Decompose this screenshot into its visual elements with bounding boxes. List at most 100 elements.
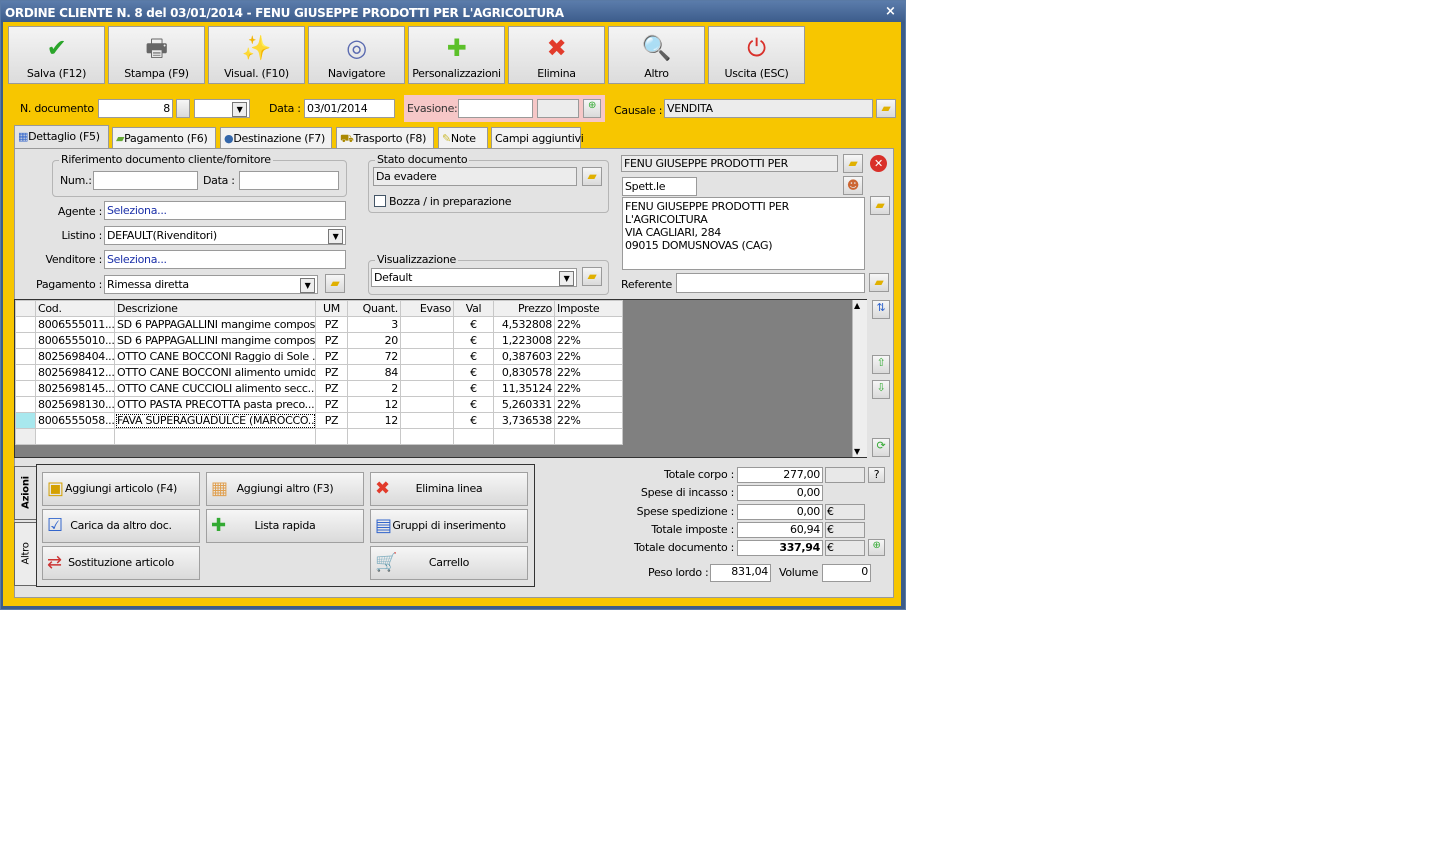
row-indicator[interactable] xyxy=(15,316,36,333)
tab-altro[interactable]: Altro xyxy=(14,522,36,586)
spedizione-value[interactable]: 0,00 xyxy=(737,504,823,520)
tab-destinazione[interactable]: ●Destinazione (F7) xyxy=(220,127,332,149)
toolbar-button-uscita[interactable]: ⏻ Uscita (ESC) xyxy=(708,26,805,84)
tab-azioni[interactable]: Azioni xyxy=(14,466,36,520)
table-row[interactable]: 8006555011... SD 6 PAPPAGALLINI mangime c… xyxy=(15,316,623,333)
zoom-icon[interactable]: ⊕ xyxy=(583,99,601,118)
column-header[interactable]: UM xyxy=(315,300,348,317)
scroll-up-icon[interactable]: ▲ xyxy=(854,301,860,310)
table-cell[interactable]: 72 xyxy=(347,348,401,365)
table-cell[interactable]: 8025698130... xyxy=(35,396,115,413)
table-cell[interactable]: 2 xyxy=(347,380,401,397)
table-cell[interactable] xyxy=(400,332,454,349)
row-indicator[interactable] xyxy=(15,412,36,429)
table-cell[interactable]: OTTO PASTA PRECOTTA pasta preco... xyxy=(114,396,316,413)
zoom-icon[interactable]: ⊕ xyxy=(868,539,885,556)
table-row[interactable]: 8025698404... OTTO CANE BOCCONI Raggio di… xyxy=(15,348,623,365)
empty-row[interactable] xyxy=(15,428,623,445)
chevron-down-icon[interactable]: ▼ xyxy=(559,271,574,286)
folder-icon[interactable]: ▰ xyxy=(869,273,889,292)
table-cell[interactable]: 84 xyxy=(347,364,401,381)
table-cell[interactable]: 8025698412... xyxy=(35,364,115,381)
rif-data-input[interactable] xyxy=(239,171,339,190)
table-cell[interactable]: 8006555010... xyxy=(35,332,115,349)
table-cell[interactable]: 5,260331 xyxy=(493,396,555,413)
ndoc-input[interactable]: 8 xyxy=(98,99,173,118)
table-cell[interactable] xyxy=(400,316,454,333)
table-cell[interactable]: € xyxy=(453,364,494,381)
tab-pagamento[interactable]: ▰Pagamento (F6) xyxy=(112,127,216,149)
folder-icon[interactable]: ▰ xyxy=(843,154,863,173)
toolbar-button-salva[interactable]: ✔ Salva (F12) xyxy=(8,26,105,84)
column-header[interactable]: Cod. xyxy=(35,300,115,317)
table-cell[interactable]: OTTO CANE BOCCONI alimento umido... xyxy=(114,364,316,381)
table-cell[interactable] xyxy=(400,412,454,429)
incasso-value[interactable]: 0,00 xyxy=(737,485,823,501)
action-carica-da-altro-doc-[interactable]: ☑ Carica da altro doc. xyxy=(42,509,200,543)
table-row[interactable]: 8025698412... OTTO CANE BOCCONI alimento … xyxy=(15,364,623,381)
table-cell[interactable]: FAVA SUPERAGUADULCE (MAROCCO... xyxy=(114,412,316,429)
table-cell[interactable]: 0,830578 xyxy=(493,364,555,381)
table-cell[interactable]: OTTO CANE BOCCONI Raggio di Sole ... xyxy=(114,348,316,365)
table-cell[interactable]: 22% xyxy=(554,412,623,429)
table-cell[interactable]: 12 xyxy=(347,412,401,429)
address-box[interactable]: FENU GIUSEPPE PRODOTTI PER L'AGRICOLTURA… xyxy=(622,197,865,270)
toolbar-button-visual[interactable]: ✨ Visual. (F10) xyxy=(208,26,305,84)
table-cell[interactable]: 1,223008 xyxy=(493,332,555,349)
table-cell[interactable]: 22% xyxy=(554,332,623,349)
action-sostituzione-articolo[interactable]: ⇄ Sostituzione articolo xyxy=(42,546,200,580)
folder-icon[interactable]: ▰ xyxy=(582,267,602,286)
column-header[interactable]: Imposte xyxy=(554,300,623,317)
listino-select[interactable]: DEFAULT(Rivenditori) ▼ xyxy=(104,226,346,245)
table-cell[interactable]: 3 xyxy=(347,316,401,333)
agente-input[interactable]: Seleziona... xyxy=(104,201,346,220)
table-cell[interactable] xyxy=(400,396,454,413)
table-row[interactable]: 8006555058... FAVA SUPERAGUADULCE (MAROCC… xyxy=(15,412,623,429)
toolbar-button-personalizzazioni[interactable]: ✚ Personalizzazioni xyxy=(408,26,505,84)
move-down-icon[interactable]: ⇩ xyxy=(872,380,890,399)
table-cell[interactable]: 12 xyxy=(347,396,401,413)
scroll-down-icon[interactable]: ▼ xyxy=(854,447,860,456)
column-header[interactable]: Descrizione xyxy=(114,300,316,317)
table-cell[interactable]: PZ xyxy=(315,364,348,381)
help-button[interactable]: ? xyxy=(868,467,885,483)
table-cell[interactable]: SD 6 PAPPAGALLINI mangime compos... xyxy=(114,316,316,333)
table-cell[interactable]: PZ xyxy=(315,412,348,429)
column-header[interactable]: Val xyxy=(453,300,494,317)
table-cell[interactable] xyxy=(400,348,454,365)
tab-note[interactable]: ✎Note xyxy=(438,127,488,149)
ndoc-button[interactable] xyxy=(176,99,190,118)
refresh-icon[interactable]: ⟳ xyxy=(872,438,890,457)
venditore-input[interactable]: Seleziona... xyxy=(104,250,346,269)
table-cell[interactable]: € xyxy=(453,380,494,397)
evasione-input[interactable] xyxy=(458,99,533,118)
folder-icon[interactable]: ▰ xyxy=(582,167,602,186)
table-cell[interactable]: 8025698404... xyxy=(35,348,115,365)
table-cell[interactable]: 3,736538 xyxy=(493,412,555,429)
action-carrello[interactable]: 🛒 Carrello xyxy=(370,546,528,580)
table-cell[interactable]: 22% xyxy=(554,316,623,333)
table-cell[interactable]: 11,35124 xyxy=(493,380,555,397)
table-cell[interactable]: 20 xyxy=(347,332,401,349)
tab-trasporto[interactable]: ⛟Trasporto (F8) xyxy=(336,127,434,149)
toolbar-button-navigatore[interactable]: ◎ Navigatore xyxy=(308,26,405,84)
column-header[interactable]: Prezzo xyxy=(493,300,555,317)
table-cell[interactable]: 8025698145... xyxy=(35,380,115,397)
toolbar-button-elimina[interactable]: ✖ Elimina xyxy=(508,26,605,84)
table-cell[interactable]: 22% xyxy=(554,396,623,413)
action-gruppi-di-inserimento[interactable]: ▤ Gruppi di inserimento xyxy=(370,509,528,543)
table-cell[interactable]: 0,387603 xyxy=(493,348,555,365)
toolbar-button-altro[interactable]: 🔍 Altro xyxy=(608,26,705,84)
table-cell[interactable]: € xyxy=(453,412,494,429)
table-cell[interactable]: SD 6 PAPPAGALLINI mangime compos... xyxy=(114,332,316,349)
chevron-down-icon[interactable]: ▼ xyxy=(328,229,343,244)
column-header[interactable]: Quant. xyxy=(347,300,401,317)
column-header[interactable]: Evaso xyxy=(400,300,454,317)
chevron-down-icon[interactable]: ▼ xyxy=(300,278,315,293)
table-cell[interactable]: PZ xyxy=(315,396,348,413)
bozza-checkbox[interactable] xyxy=(374,195,386,207)
toolbar-button-stampa[interactable]: 🖶 Stampa (F9) xyxy=(108,26,205,84)
peso-input[interactable]: 831,04 xyxy=(710,564,771,582)
table-cell[interactable]: PZ xyxy=(315,316,348,333)
causale-input[interactable]: VENDITA xyxy=(664,99,873,118)
